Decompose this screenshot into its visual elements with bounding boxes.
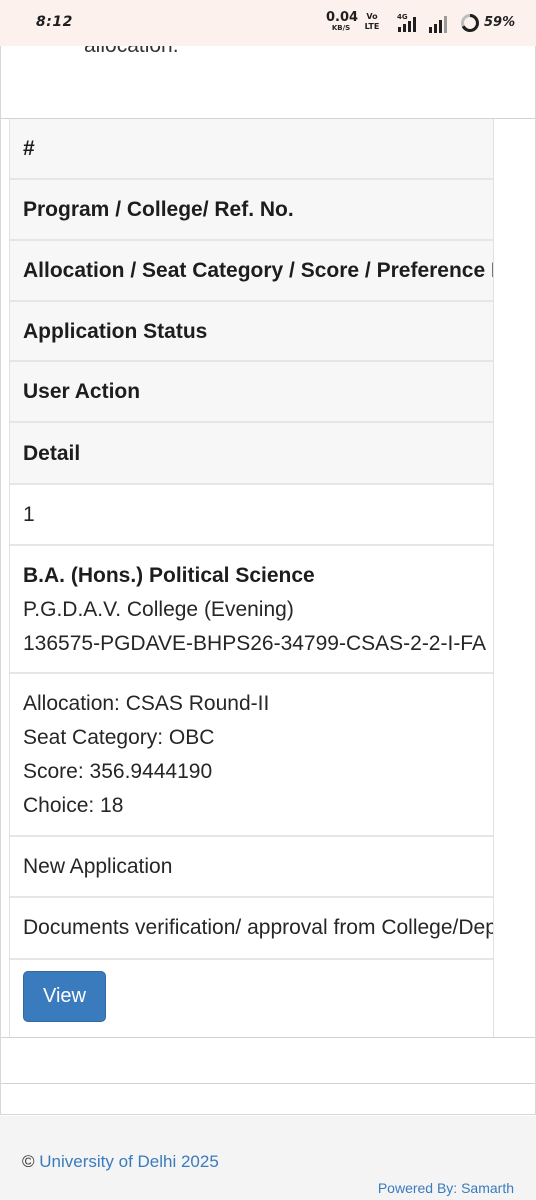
college-name: P.G.D.A.V. College (Evening) bbox=[23, 598, 294, 621]
table-cell-index: 1 bbox=[10, 485, 493, 546]
university-link[interactable]: University of Delhi 2025 bbox=[39, 1152, 219, 1171]
divider bbox=[1, 1083, 535, 1084]
seat-category: Seat Category: OBC bbox=[23, 726, 215, 749]
status-bar: 8:12 0.04 KB/S Vo LTE 4G 59% bbox=[0, 0, 536, 46]
allocation-table[interactable]: # Program / College/ Ref. No. Allocation… bbox=[9, 119, 493, 1037]
table-cell-allocation: Allocation: CSAS Round-II Seat Category:… bbox=[10, 674, 493, 837]
table-cell-program: B.A. (Hons.) Political Science P.G.D.A.V… bbox=[10, 546, 493, 674]
network-speed-unit: KB/S bbox=[331, 24, 351, 32]
signal-4g-icon: 4G bbox=[397, 13, 416, 32]
choice: Choice: 18 bbox=[23, 794, 124, 817]
network-speed-value: 0.04 bbox=[326, 10, 359, 25]
header-label: # bbox=[23, 137, 35, 160]
table-scroll-area bbox=[493, 119, 535, 1037]
table-header-index: # bbox=[10, 119, 493, 180]
table-header-user-action: User Action bbox=[10, 362, 493, 423]
header-label: Application Status bbox=[23, 320, 208, 343]
table-header-program: Program / College/ Ref. No. bbox=[10, 180, 493, 241]
copyright-symbol: © bbox=[22, 1152, 35, 1171]
status-time: 8:12 bbox=[36, 14, 73, 30]
table-header-detail: Detail bbox=[10, 423, 493, 485]
table-cell-status: New Application bbox=[10, 837, 493, 898]
table-header-status: Application Status bbox=[10, 302, 493, 362]
allocation-round: Allocation: CSAS Round-II bbox=[23, 692, 270, 715]
table-cell-detail: View bbox=[10, 960, 493, 1037]
powered-by[interactable]: Powered By: Samarth bbox=[378, 1180, 514, 1196]
table-cell-user-action: Documents verification/ approval from Co… bbox=[10, 898, 493, 960]
footer: © University of Delhi 2025 Powered By: S… bbox=[0, 1116, 536, 1200]
divider bbox=[1, 1037, 535, 1038]
copyright: © University of Delhi 2025 bbox=[22, 1152, 219, 1172]
row-index: 1 bbox=[23, 503, 35, 526]
table-header-allocation: Allocation / Seat Category / Score / Pre… bbox=[10, 241, 493, 302]
application-status: New Application bbox=[23, 855, 173, 878]
volte-icon: Vo LTE bbox=[360, 12, 384, 32]
reference-number: 136575-PGDAVE-BHPS26-34799-CSAS-2-2-I-FA bbox=[23, 632, 486, 655]
header-label: Allocation / Seat Category / Score / Pre… bbox=[23, 259, 493, 282]
network-speed: 0.04 KB/S bbox=[326, 10, 359, 33]
battery-percent: 59% bbox=[484, 15, 516, 30]
header-label: Detail bbox=[23, 442, 81, 465]
header-label: User Action bbox=[23, 380, 141, 403]
view-button[interactable]: View bbox=[23, 971, 106, 1022]
user-action-text: Documents verification/ approval from Co… bbox=[23, 916, 493, 939]
score: Score: 356.9444190 bbox=[23, 760, 213, 783]
signal-icon bbox=[429, 16, 447, 33]
volte-top: Vo bbox=[366, 12, 378, 21]
battery-icon bbox=[461, 14, 479, 32]
header-label: Program / College/ Ref. No. bbox=[23, 198, 294, 221]
network-type-label: 4G bbox=[397, 13, 408, 21]
program-name: B.A. (Hons.) Political Science bbox=[23, 564, 315, 587]
volte-bottom: LTE bbox=[364, 22, 380, 31]
